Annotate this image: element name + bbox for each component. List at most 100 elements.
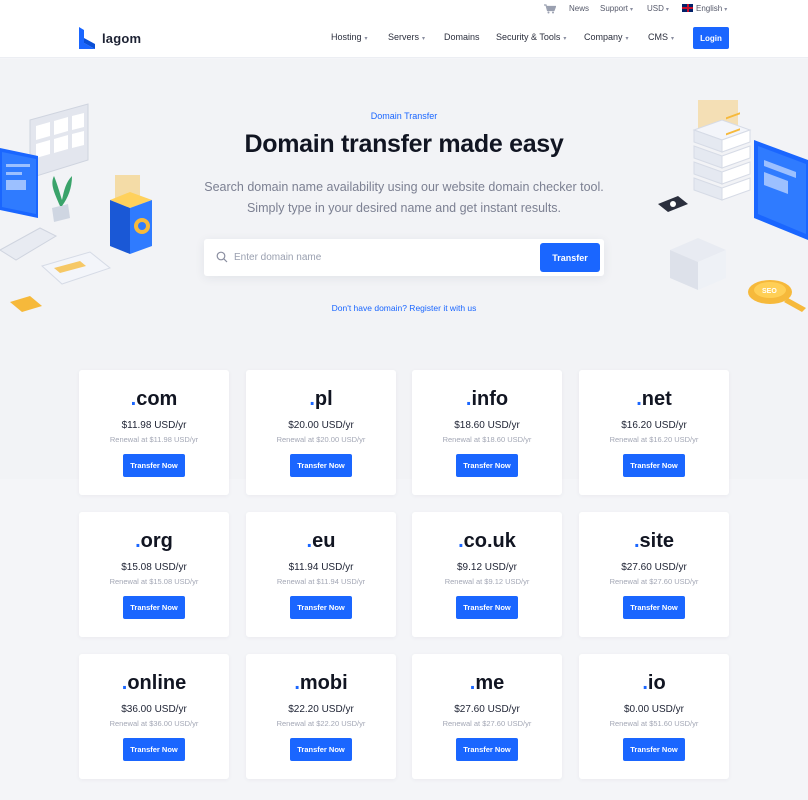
domain-card-site: .site $27.60 USD/yr Renewal at $27.60 USD/…: [579, 512, 729, 637]
chevron-down-icon: ▾: [422, 36, 426, 42]
extension-name: io: [647, 672, 666, 694]
news-link[interactable]: News: [569, 4, 589, 13]
domain-extension: .eu: [246, 530, 396, 553]
domain-extension: .io: [579, 672, 729, 695]
domain-card-eu: .eu $11.94 USD/yr Renewal at $11.94 USD/yr…: [246, 512, 396, 637]
domain-extension: .info: [412, 388, 562, 411]
domain-price: $20.00 USD/yr: [288, 420, 354, 431]
cart-icon[interactable]: [544, 4, 556, 14]
renewal-price: Renewal at $18.60 USD/yr: [442, 435, 532, 444]
page-title: Domain transfer made easy: [244, 130, 564, 158]
renewal-price: Renewal at $20.00 USD/yr: [276, 435, 366, 444]
domain-extension: .site: [579, 530, 729, 553]
nav-label: Servers: [388, 32, 420, 42]
domain-extension: .pl: [246, 388, 396, 411]
extension-name: eu: [312, 530, 336, 552]
domain-price: $0.00 USD/yr: [623, 704, 685, 715]
domain-extension: .co.uk: [412, 530, 562, 553]
domain-extension: .me: [412, 672, 562, 695]
domain-search-form: Transfer: [204, 239, 604, 276]
domain-price: $11.94 USD/yr: [288, 562, 354, 573]
domain-card-net: .net $16.20 USD/yr Renewal at $16.20 USD/y…: [579, 370, 729, 495]
register-domain-link[interactable]: Don't have domain? Register it with us: [0, 303, 808, 313]
domain-price: $36.00 USD/yr: [121, 704, 187, 715]
chevron-down-icon: ▾: [630, 7, 634, 13]
extension-name: mobi: [299, 672, 348, 694]
domain-card-mobi: .mobi $22.20 USD/yr Renewal at $22.20 USD/…: [246, 654, 396, 779]
chevron-down-icon: ▾: [563, 36, 567, 42]
domain-price: $9.12 USD/yr: [456, 562, 518, 573]
domain-price: $16.20 USD/yr: [621, 420, 687, 431]
domain-search-input[interactable]: [234, 247, 534, 267]
domain-card-online: .online $36.00 USD/yr Renewal at $36.00 US…: [79, 654, 229, 779]
transfer-now-button[interactable]: Transfer Now: [456, 454, 518, 477]
domain-card-pl: .pl $20.00 USD/yr Renewal at $20.00 USD/yr…: [246, 370, 396, 495]
transfer-now-button[interactable]: Transfer Now: [456, 738, 518, 761]
extension-name: org: [140, 530, 173, 552]
transfer-now-button[interactable]: Transfer Now: [456, 596, 518, 619]
support-dropdown[interactable]: Support ▾: [600, 4, 633, 13]
domain-card-info: .info $18.60 USD/yr Renewal at $18.60 USD/…: [412, 370, 562, 495]
domain-price: $18.60 USD/yr: [454, 420, 520, 431]
chevron-down-icon: ▾: [625, 36, 629, 42]
support-label: Support: [600, 4, 629, 13]
extension-name: site: [639, 530, 675, 552]
renewal-price: Renewal at $9.12 USD/yr: [444, 577, 530, 586]
transfer-button[interactable]: Transfer: [540, 243, 600, 272]
language-dropdown[interactable]: English ▾: [682, 4, 727, 13]
transfer-now-button[interactable]: Transfer Now: [623, 454, 685, 477]
renewal-price: Renewal at $27.60 USD/yr: [609, 577, 699, 586]
transfer-now-button[interactable]: Transfer Now: [290, 738, 352, 761]
extension-name: co.uk: [463, 530, 516, 552]
logo[interactable]: lagom: [79, 27, 141, 49]
chevron-down-icon: ▾: [671, 36, 675, 42]
extension-name: com: [136, 388, 178, 410]
nav-hosting[interactable]: Hosting ▾: [331, 32, 368, 42]
nav-security-tools[interactable]: Security & Tools ▾: [496, 32, 566, 42]
renewal-price: Renewal at $36.00 USD/yr: [109, 719, 199, 728]
transfer-now-button[interactable]: Transfer Now: [290, 596, 352, 619]
hero-subtitle-line-1: Search domain name availability using ou…: [204, 180, 604, 194]
transfer-now-button[interactable]: Transfer Now: [623, 596, 685, 619]
nav-domains[interactable]: Domains: [444, 32, 480, 42]
transfer-now-button[interactable]: Transfer Now: [290, 454, 352, 477]
transfer-now-button[interactable]: Transfer Now: [123, 596, 185, 619]
login-button[interactable]: Login: [693, 27, 729, 49]
hero-subtitle-line-2: Simply type in your desired name and get…: [246, 201, 562, 215]
svg-text:SEO: SEO: [762, 288, 777, 295]
nav-servers[interactable]: Servers ▾: [388, 32, 425, 42]
language-label: English: [696, 4, 723, 13]
domain-price: $22.20 USD/yr: [288, 704, 354, 715]
domain-extension: .mobi: [246, 672, 396, 695]
currency-label: USD: [647, 4, 664, 13]
lagom-logo-icon: [79, 27, 95, 49]
nav-cms[interactable]: CMS ▾: [648, 32, 674, 42]
transfer-now-button[interactable]: Transfer Now: [123, 454, 185, 477]
domain-card-org: .org $15.08 USD/yr Renewal at $15.08 USD/y…: [79, 512, 229, 637]
domain-price: $27.60 USD/yr: [454, 704, 520, 715]
domain-extension: .net: [579, 388, 729, 411]
renewal-price: Renewal at $22.20 USD/yr: [276, 719, 366, 728]
domain-extension: .online: [79, 672, 229, 695]
extension-name: info: [471, 388, 509, 410]
nav-company[interactable]: Company ▾: [584, 32, 629, 42]
uk-flag-icon: [682, 4, 693, 12]
extension-name: online: [127, 672, 187, 694]
renewal-price: Renewal at $16.20 USD/yr: [609, 435, 699, 444]
nav-label: Company: [584, 32, 623, 42]
domain-extension: .com: [79, 388, 229, 411]
transfer-now-button[interactable]: Transfer Now: [123, 738, 185, 761]
transfer-now-button[interactable]: Transfer Now: [623, 738, 685, 761]
renewal-price: Renewal at $51.60 USD/yr: [609, 719, 699, 728]
search-icon: [216, 251, 228, 263]
renewal-price: Renewal at $11.98 USD/yr: [109, 435, 199, 444]
renewal-price: Renewal at $11.94 USD/yr: [276, 577, 366, 586]
domain-price: $11.98 USD/yr: [121, 420, 187, 431]
nav-label: CMS: [648, 32, 668, 42]
hero-eyebrow: Domain Transfer: [370, 111, 438, 121]
extension-name: me: [475, 672, 505, 694]
currency-dropdown[interactable]: USD ▾: [647, 4, 669, 13]
domain-card-com: .com $11.98 USD/yr Renewal at $11.98 USD/y…: [79, 370, 229, 495]
nav-label: Hosting: [331, 32, 362, 42]
domain-extension: .org: [79, 530, 229, 553]
